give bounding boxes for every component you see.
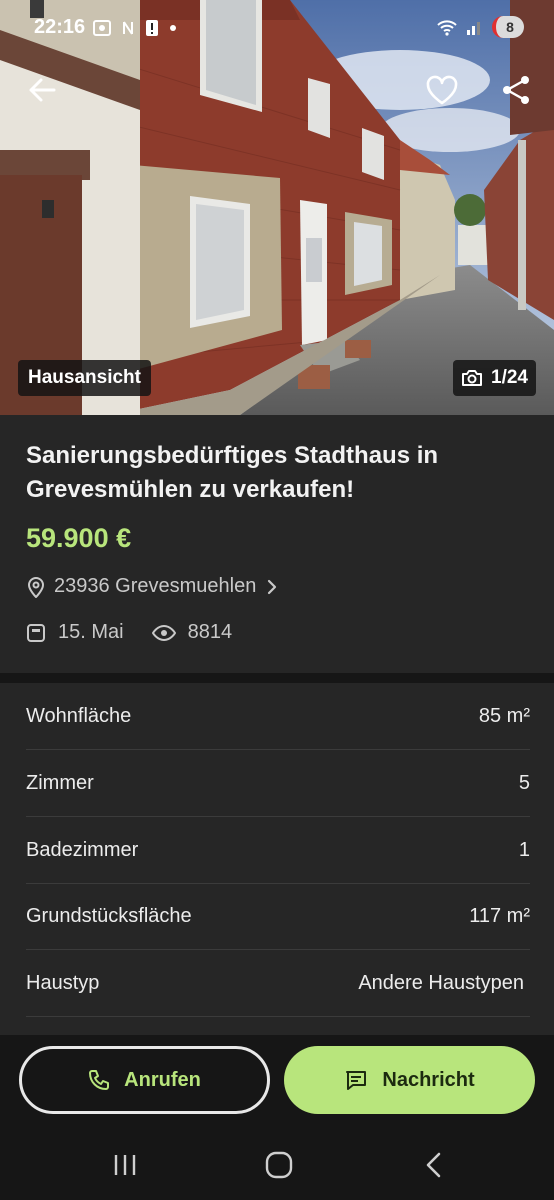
date-text: 15. Mai bbox=[58, 621, 124, 643]
nav-back-icon bbox=[426, 1152, 441, 1178]
image-counter-text: 1/24 bbox=[491, 367, 528, 388]
eye-icon bbox=[151, 624, 176, 641]
calendar-icon bbox=[27, 623, 45, 642]
share-icon bbox=[503, 76, 529, 104]
back-arrow-icon bbox=[29, 78, 56, 102]
message-button-label: Nachricht bbox=[382, 1068, 475, 1091]
detail-label: Wohnfläche bbox=[26, 704, 132, 727]
chevron-right-icon bbox=[268, 579, 277, 594]
detail-row-haustyp: Haustyp Andere Haustypen bbox=[26, 950, 530, 1017]
detail-label: Grundstücksfläche bbox=[26, 904, 192, 927]
detail-row-badezimmer: Badezimmer 1 bbox=[26, 817, 530, 884]
location-pin-icon bbox=[27, 576, 45, 598]
detail-row-grundstuecksflaeche: Grundstücksfläche 117 m² bbox=[26, 883, 530, 950]
detail-label: Haustyp bbox=[26, 971, 100, 994]
call-button[interactable]: Anrufen bbox=[19, 1046, 270, 1114]
home-button[interactable] bbox=[259, 1148, 299, 1182]
system-nav-bar bbox=[0, 1130, 554, 1200]
action-bar: Anrufen Nachricht bbox=[0, 1035, 554, 1130]
listing-meta: 15. Mai 8814 bbox=[26, 621, 232, 644]
recent-apps-icon bbox=[114, 1155, 136, 1175]
detail-row-zimmer: Zimmer 5 bbox=[26, 750, 530, 817]
camera-icon bbox=[462, 370, 483, 386]
status-time: 22:16 bbox=[34, 16, 86, 38]
detail-label: Zimmer bbox=[26, 771, 94, 794]
signal-icon bbox=[467, 22, 480, 35]
detail-value: 5 bbox=[518, 771, 530, 794]
wifi-icon bbox=[437, 20, 457, 36]
detail-value: Andere Haustypen bbox=[358, 971, 524, 994]
message-icon bbox=[346, 1071, 367, 1090]
detail-row-wohnflaeche: Wohnfläche 85 m² bbox=[26, 683, 530, 750]
message-button[interactable]: Nachricht bbox=[284, 1046, 535, 1114]
listing-location[interactable]: 23936 Grevesmuehlen bbox=[26, 575, 280, 598]
detail-label: Badezimmer bbox=[26, 838, 139, 861]
screenshot-icon bbox=[93, 20, 111, 36]
section-divider bbox=[0, 673, 554, 683]
status-bar: 22:16 8 bbox=[0, 0, 554, 56]
views-text: 8814 bbox=[187, 621, 233, 643]
listing-date: 15. Mai bbox=[26, 621, 124, 644]
back-button[interactable] bbox=[18, 66, 66, 114]
share-button[interactable] bbox=[492, 66, 540, 114]
recent-apps-button[interactable] bbox=[105, 1148, 145, 1182]
detail-value: 85 m² bbox=[478, 704, 530, 727]
home-icon bbox=[265, 1151, 293, 1179]
listing-photo[interactable]: 22:16 8 Hausansicht 1/24 bbox=[0, 0, 554, 415]
house-photo bbox=[0, 0, 554, 415]
battery-icon: 8 bbox=[492, 16, 524, 38]
call-button-label: Anrufen bbox=[124, 1068, 201, 1091]
image-counter[interactable]: 1/24 bbox=[453, 360, 536, 396]
image-caption: Hausansicht bbox=[18, 360, 151, 396]
listing-views: 8814 bbox=[151, 621, 233, 644]
alert-icon bbox=[146, 20, 158, 36]
nav-back-button[interactable] bbox=[414, 1148, 454, 1182]
details-list: Wohnfläche 85 m² Zimmer 5 Badezimmer 1 G… bbox=[0, 683, 554, 1035]
dot-icon bbox=[170, 25, 176, 31]
nfc-icon bbox=[123, 21, 133, 35]
detail-value: 117 m² bbox=[469, 904, 530, 927]
favorite-button[interactable] bbox=[418, 66, 466, 114]
detail-value: 1 bbox=[518, 838, 530, 861]
listing-title: Sanierungsbedürftiges Stadthaus in Greve… bbox=[26, 442, 439, 503]
listing-price: 59.900 € bbox=[26, 523, 132, 553]
location-text: 23936 Grevesmuehlen bbox=[54, 575, 257, 597]
listing-info: Sanierungsbedürftiges Stadthaus in Greve… bbox=[0, 415, 554, 673]
status-right-icons: 8 bbox=[436, 16, 524, 38]
heart-icon bbox=[426, 75, 458, 105]
phone-icon bbox=[89, 1070, 110, 1090]
status-left-icons bbox=[92, 18, 178, 38]
